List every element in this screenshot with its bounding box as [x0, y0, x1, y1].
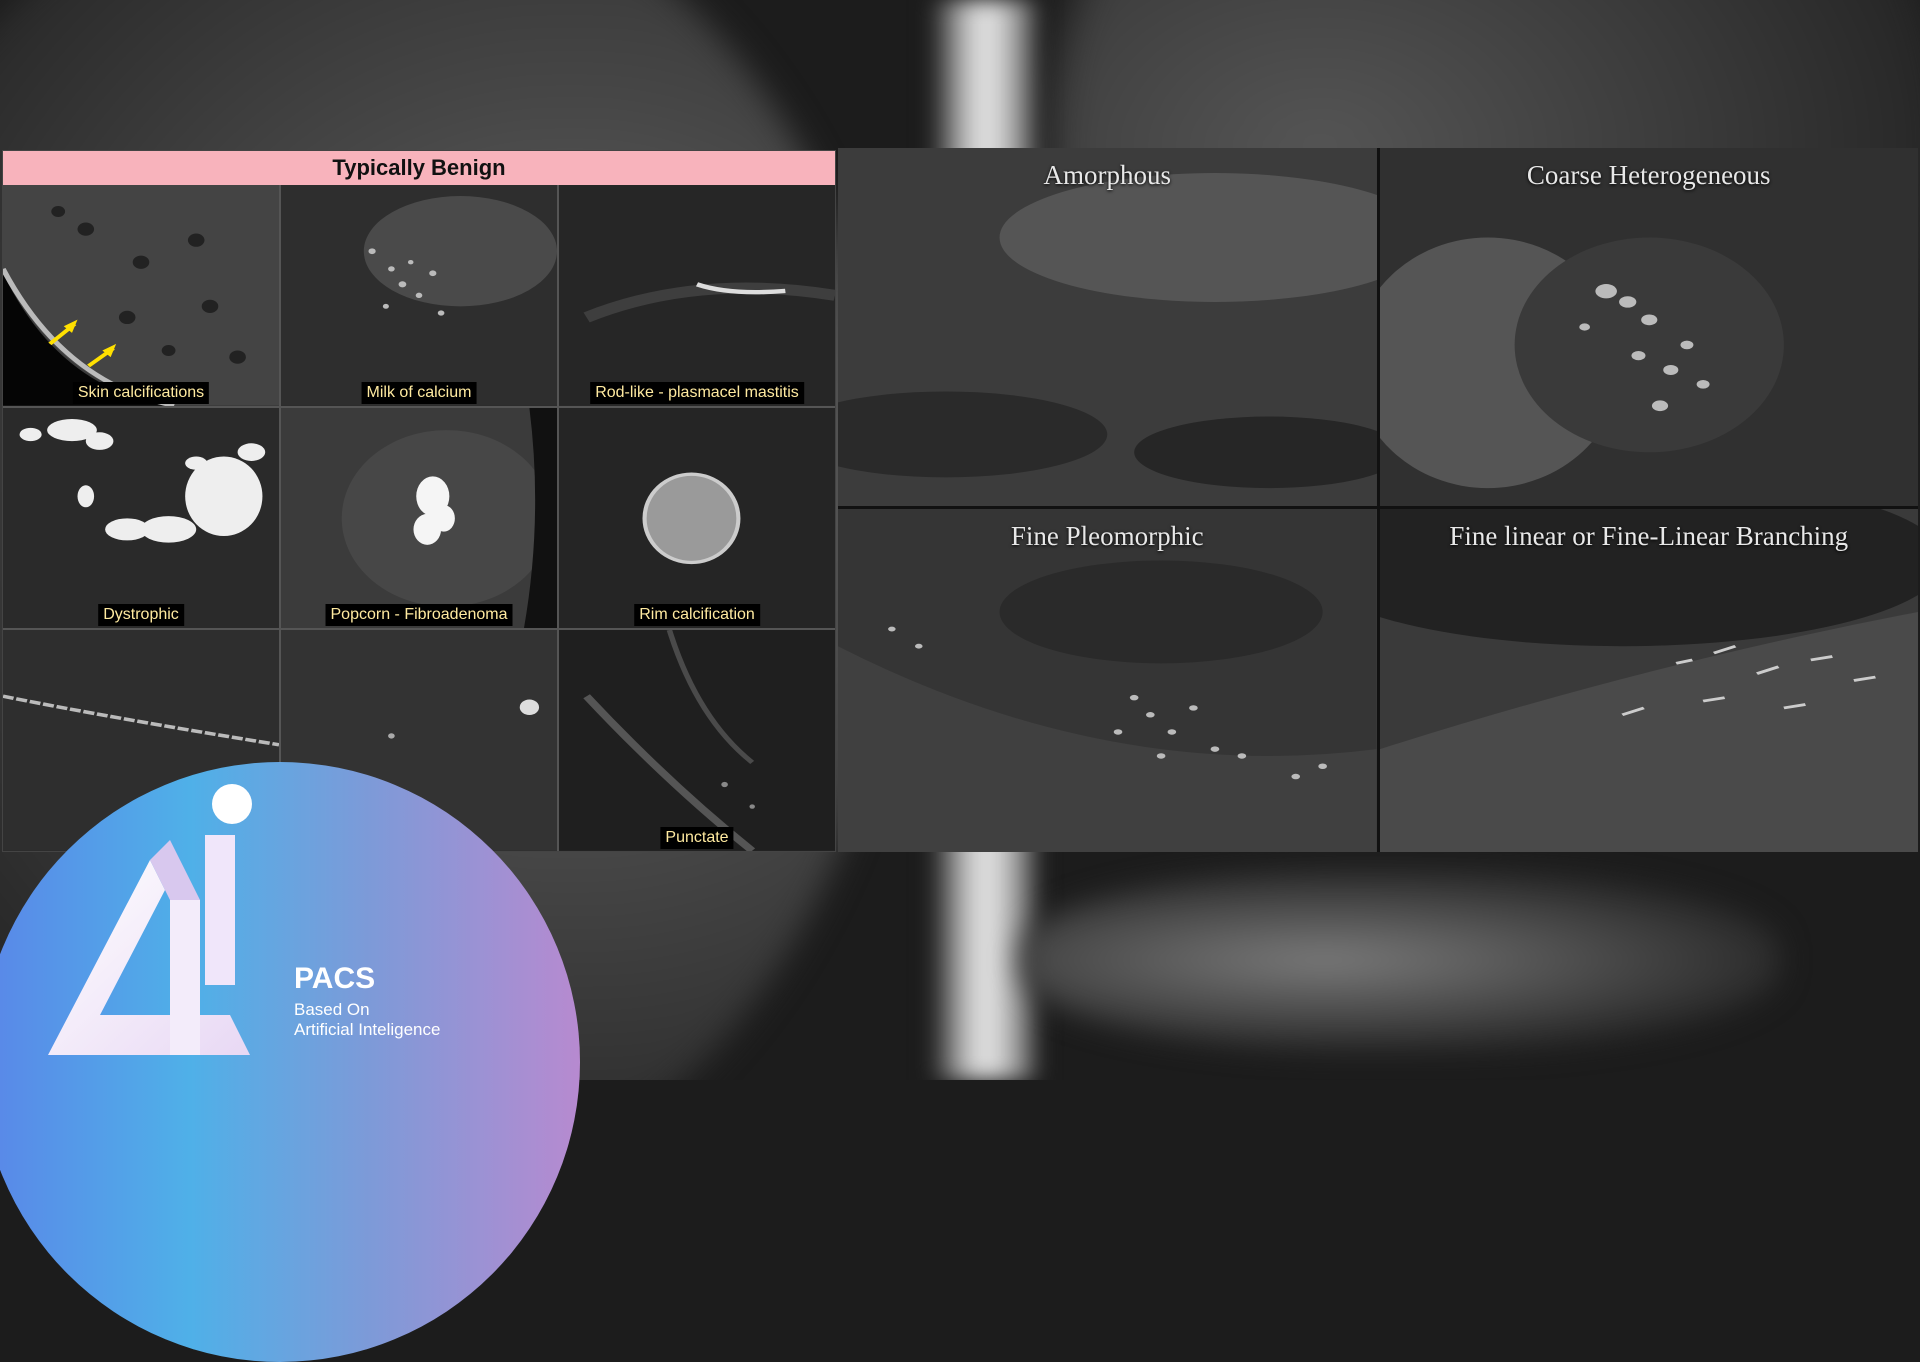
benign-cell-skin: Skin calcifications — [3, 185, 279, 406]
benign-cell-punctate: Punctate — [559, 630, 835, 851]
panel-title: Fine linear or Fine-Linear Branching — [1449, 521, 1849, 551]
panel-amorphous: Amorphous — [838, 148, 1377, 506]
rod-like-image — [559, 185, 835, 406]
benign-cell-milk-of-calcium: Milk of calcium — [281, 185, 557, 406]
panel-title: Fine Pleomorphic — [1010, 521, 1204, 551]
panel-fine-pleomorphic: Fine Pleomorphic — [838, 509, 1377, 852]
logo-title: PACS — [294, 962, 376, 995]
benign-panel-header: Typically Benign — [3, 151, 835, 185]
milk-of-calcium-image — [281, 185, 557, 406]
rim-calcification-image — [559, 407, 835, 629]
cell-label: Rim calcification — [634, 604, 760, 627]
cell-label: Skin calcifications — [72, 381, 210, 404]
skin-calcification-image — [3, 185, 279, 406]
panel-coarse-heterogeneous: Coarse Heterogeneous — [1379, 148, 1918, 506]
cell-label: Popcorn - Fibroadenoma — [325, 604, 513, 627]
amorphous-image — [838, 148, 1377, 506]
benign-image-grid: Skin calcifications Milk of calcium Rod-… — [3, 185, 835, 851]
cell-label: Punctate — [660, 827, 734, 849]
fine-linear-image — [1379, 509, 1918, 852]
benign-cell-dystrophic: Dystrophic — [3, 407, 279, 629]
suspicious-morphology-grid: Amorphous Coarse Heterogeneous Fine Pleo… — [838, 148, 1918, 852]
panel-fine-linear: Fine linear or Fine-Linear Branching — [1379, 509, 1918, 852]
cell-label: Milk of calcium — [361, 381, 477, 404]
benign-cell-rod-like: Rod-like - plasmacel mastitis — [559, 185, 835, 406]
panel-title: Amorphous — [1043, 160, 1172, 190]
panel-title: Coarse Heterogeneous — [1526, 160, 1771, 190]
background-breast-bottom — [1020, 870, 1780, 1050]
fine-pleomorphic-image — [838, 509, 1377, 852]
coarse-heterogeneous-image — [1379, 148, 1918, 506]
cell-label: Dystrophic — [98, 604, 184, 627]
logo-tagline-line2: Artificial Inteligence — [294, 1020, 441, 1039]
benign-cell-popcorn: Popcorn - Fibroadenoma — [281, 407, 557, 629]
benign-cell-rim: Rim calcification — [559, 407, 835, 629]
typically-benign-panel: Typically Benign Skin calcifications Mil… — [2, 150, 836, 852]
logo-tagline-line1: Based On — [294, 1000, 370, 1019]
logo-tagline: Based On Artificial Inteligence — [294, 1000, 440, 1040]
cell-label: Rod-like - plasmacel mastitis — [590, 381, 804, 404]
popcorn-image — [281, 407, 557, 629]
punctate-image — [559, 630, 835, 851]
ai-logo-icon — [48, 784, 252, 1055]
dystrophic-image — [3, 407, 279, 629]
